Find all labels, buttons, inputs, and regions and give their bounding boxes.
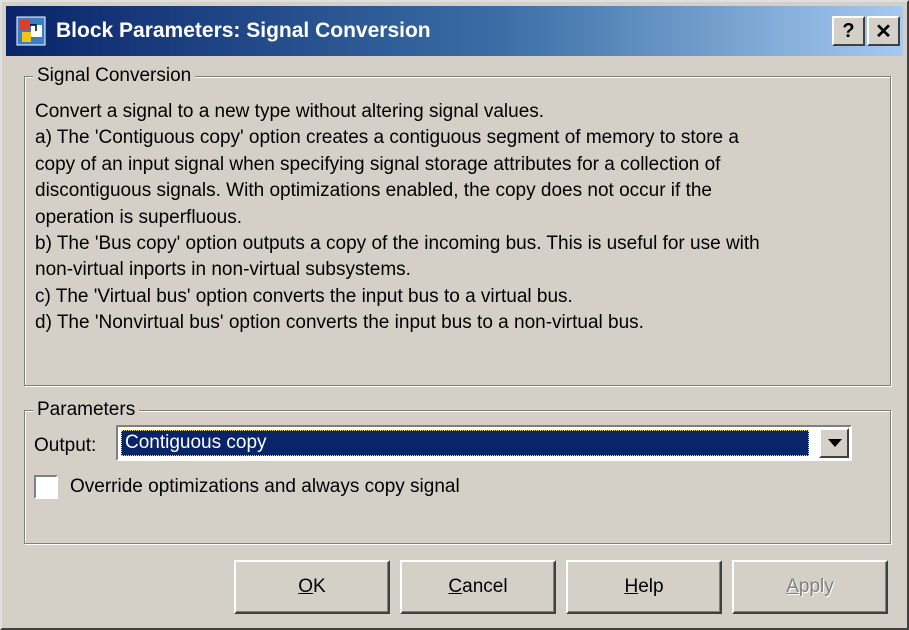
chevron-down-icon (828, 439, 842, 447)
help-button[interactable]: Help (566, 560, 722, 614)
description-line: a) The 'Contiguous copy' option creates … (35, 127, 739, 149)
description-line: d) The 'Nonvirtual bus' option converts … (35, 312, 644, 334)
ok-label-rest: K (313, 576, 326, 597)
output-selected-value: Contiguous copy (121, 430, 809, 456)
description-text: Convert a signal to a new type without a… (35, 99, 875, 337)
description-line: Convert a signal to a new type without a… (35, 101, 545, 122)
apply-mnemonic: A (786, 576, 799, 597)
description-line: copy of an input signal when specifying … (35, 153, 721, 175)
title-bar[interactable]: Block Parameters: Signal Conversion ? ✕ (6, 6, 903, 56)
description-line: non-virtual inports in non-virtual subsy… (35, 259, 411, 281)
cancel-mnemonic: C (448, 576, 463, 597)
close-icon: ✕ (875, 20, 892, 43)
window-title: Block Parameters: Signal Conversion (56, 19, 431, 42)
ok-mnemonic: O (298, 576, 314, 597)
signal-conversion-legend: Signal Conversion (33, 64, 196, 88)
apply-label-rest: pply (798, 576, 834, 597)
help-icon: ? (842, 19, 855, 42)
parameters-legend: Parameters (33, 398, 140, 422)
override-checkbox-label[interactable]: Override optimizations and always copy s… (70, 475, 460, 499)
signal-conversion-group: Signal Conversion Convert a signal to a … (24, 64, 891, 386)
dialog-window: Block Parameters: Signal Conversion ? ✕ … (0, 0, 909, 630)
simulink-block-icon (16, 16, 46, 46)
description-line: operation is superfluous. (35, 206, 243, 228)
description-line: c) The 'Virtual bus' option converts the… (35, 285, 573, 307)
output-label: Output: (34, 435, 97, 456)
description-line: discontiguous signals. With optimization… (35, 180, 712, 202)
override-checkbox[interactable] (34, 475, 58, 499)
cancel-label-rest: ancel (462, 576, 508, 597)
parameters-group: Parameters Output: Contiguous copy Overr… (24, 398, 891, 544)
help-titlebar-button[interactable]: ? (832, 16, 865, 46)
help-label-rest: elp (638, 576, 664, 597)
dropdown-arrow-button[interactable] (819, 428, 849, 458)
close-button[interactable]: ✕ (867, 16, 900, 46)
output-select[interactable]: Contiguous copy (116, 425, 852, 461)
description-line: b) The 'Bus copy' option outputs a copy … (35, 233, 760, 255)
cancel-button[interactable]: Cancel (400, 560, 556, 614)
apply-button[interactable]: Apply (732, 560, 888, 614)
help-mnemonic: H (624, 576, 639, 597)
ok-button[interactable]: OK (234, 560, 390, 614)
